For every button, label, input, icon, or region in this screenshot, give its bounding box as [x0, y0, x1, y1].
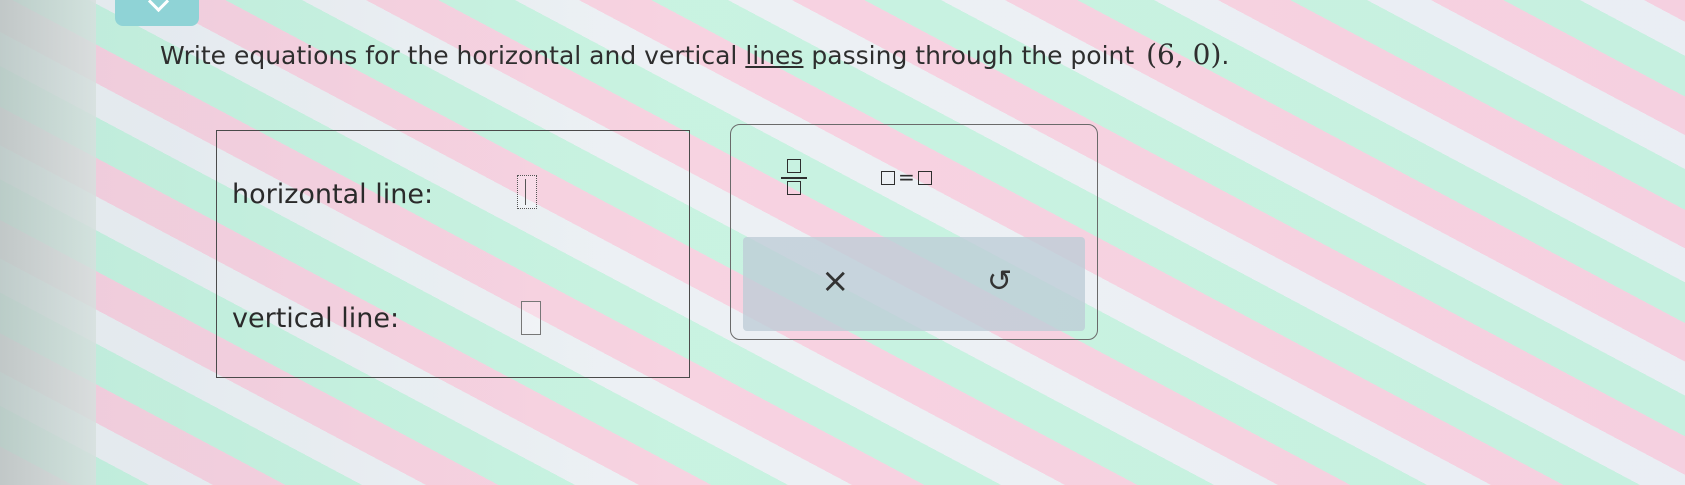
denominator-placeholder-icon [787, 181, 801, 195]
vertical-line-label: vertical line: [232, 303, 400, 334]
equation-button[interactable]: = [881, 165, 932, 189]
equals-sign: = [898, 165, 915, 189]
action-bar: × ↺ [743, 237, 1085, 331]
question-text-end: passing through the point [803, 41, 1143, 70]
horizontal-line-input[interactable] [517, 175, 537, 209]
lines-glossary-link[interactable]: lines [745, 41, 803, 70]
question-period: . [1221, 41, 1230, 70]
horizontal-line-label: horizontal line: [232, 179, 434, 210]
chevron-down-icon [147, 0, 170, 13]
left-placeholder-icon [881, 171, 895, 185]
text-cursor [525, 179, 526, 205]
undo-button[interactable]: ↺ [987, 265, 1012, 299]
fraction-button[interactable] [781, 153, 809, 203]
clear-button[interactable]: × [821, 263, 850, 299]
question-text-start: Write equations for the horizontal and v… [160, 41, 746, 70]
question-text: Write equations for the horizontal and v… [160, 38, 1229, 71]
math-palette: = × ↺ [730, 124, 1098, 340]
vertical-line-input[interactable] [521, 301, 541, 335]
collapse-tab[interactable] [115, 0, 199, 26]
left-margin-panel [0, 0, 96, 485]
fraction-bar-icon [781, 177, 807, 179]
right-placeholder-icon [917, 171, 932, 185]
answer-area: horizontal line: vertical line: [216, 130, 690, 378]
numerator-placeholder-icon [787, 159, 801, 173]
point-coordinates: (6, 0) [1146, 38, 1222, 71]
